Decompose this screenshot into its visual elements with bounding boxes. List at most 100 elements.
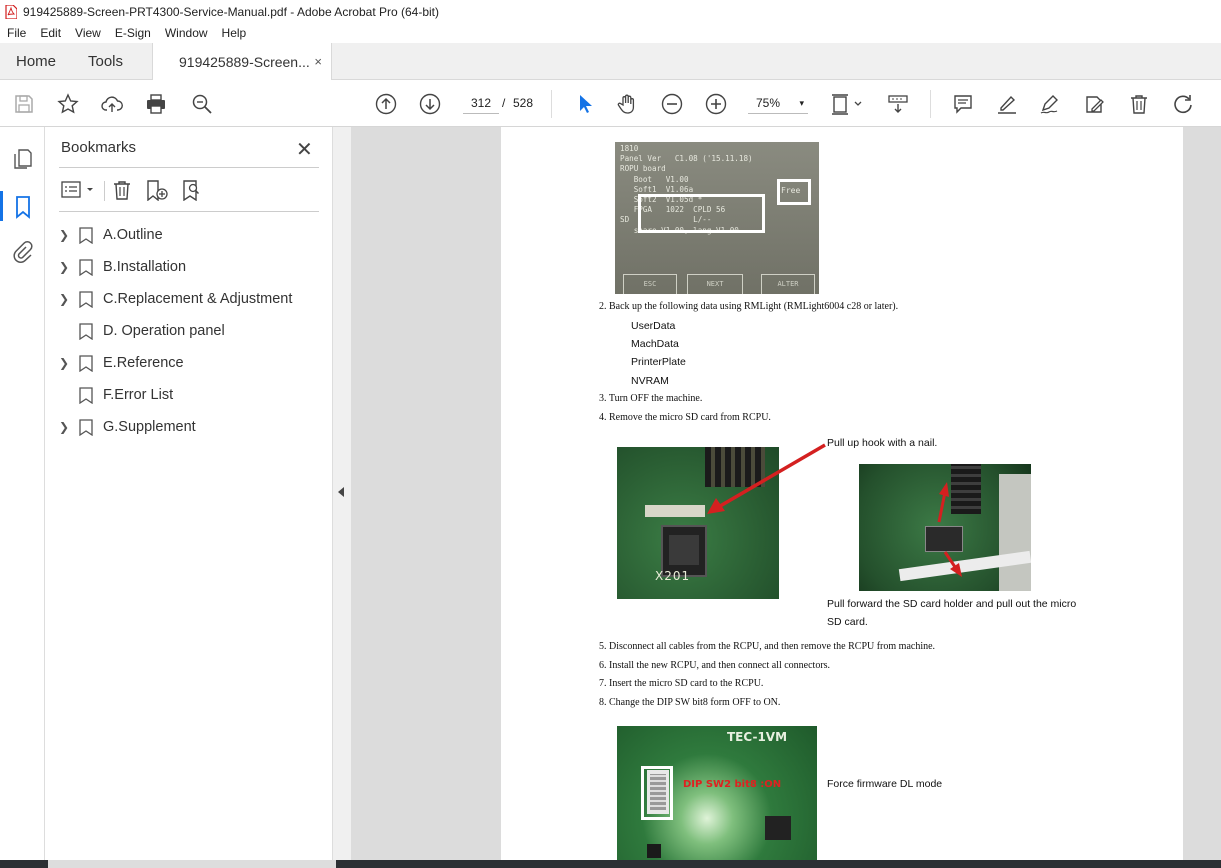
comment-icon[interactable]	[951, 92, 975, 116]
bookmark-item-error-list[interactable]: F.Error List	[59, 381, 173, 409]
board2-label: TEC-1VM	[727, 730, 788, 744]
new-bookmark-icon[interactable]	[145, 179, 169, 201]
page-number-input[interactable]: 312	[463, 92, 499, 114]
bookmark-options-icon[interactable]	[61, 179, 97, 201]
delete-icon[interactable]	[1127, 92, 1151, 116]
backup-item: PrinterPlate	[631, 356, 686, 368]
panel-button-label: ALTER	[777, 280, 799, 288]
redo-icon[interactable]	[1171, 92, 1195, 116]
caption-pull-forward: Pull forward the SD card holder and pull…	[827, 595, 1097, 631]
left-navigation-rail	[0, 127, 45, 868]
bookmark-item-outline[interactable]: ❯ A.Outline	[59, 221, 163, 249]
chevron-right-icon[interactable]: ❯	[59, 356, 73, 370]
panel-button-esc: ESC	[623, 274, 677, 294]
chevron-right-icon[interactable]: ❯	[59, 228, 73, 242]
sign-pen-icon[interactable]	[1038, 92, 1062, 116]
attachment-paperclip-icon[interactable]	[11, 241, 35, 265]
zoom-out-icon[interactable]	[660, 92, 684, 116]
horizontal-scrollbar[interactable]	[48, 860, 336, 868]
close-tab-icon[interactable]: ×	[314, 54, 322, 69]
page-fit-icon[interactable]	[830, 92, 866, 116]
zoom-level-select[interactable]: 75% ▾	[748, 92, 808, 114]
panel-splitter[interactable]	[333, 127, 351, 868]
menu-file[interactable]: File	[0, 26, 33, 40]
next-page-icon[interactable]	[418, 92, 442, 116]
save-icon[interactable]	[12, 92, 36, 116]
menu-edit[interactable]: Edit	[33, 26, 68, 40]
zoom-search-icon[interactable]	[190, 92, 214, 116]
menu-view[interactable]: View	[68, 26, 108, 40]
acrobat-icon	[5, 4, 17, 19]
divider	[104, 181, 105, 201]
hand-tool-icon[interactable]	[615, 92, 639, 116]
chevron-right-icon[interactable]: ❯	[59, 292, 73, 306]
caption-pull-hook: Pull up hook with a nail.	[827, 437, 938, 449]
print-icon[interactable]	[144, 92, 168, 116]
scroll-mode-icon[interactable]	[886, 92, 910, 116]
bookmark-flag-icon	[79, 290, 93, 308]
menu-esign[interactable]: E-Sign	[108, 26, 158, 40]
bookmarks-title: Bookmarks	[61, 139, 137, 156]
arrow-annotation	[707, 443, 826, 514]
chevron-down-icon: ▾	[799, 98, 804, 108]
menu-window[interactable]: Window	[158, 26, 215, 40]
tab-tools[interactable]: Tools	[88, 43, 123, 80]
bookmark-item-installation[interactable]: ❯ B.Installation	[59, 253, 186, 281]
bookmark-label: B.Installation	[103, 259, 187, 275]
bookmark-label: E.Reference	[103, 355, 184, 371]
toolbar: 312 / 528 75% ▾	[0, 80, 1221, 127]
vertical-scroll-area[interactable]	[1183, 127, 1221, 868]
find-bookmark-icon[interactable]	[181, 179, 205, 201]
bookmark-label: A.Outline	[103, 227, 163, 243]
window-title: 919425889-Screen-PRT4300-Service-Manual.…	[23, 4, 440, 19]
highlight-box-dip	[641, 766, 673, 820]
bottom-bar	[0, 860, 1221, 868]
toolbar-divider	[930, 90, 931, 118]
dip-switch-photo: TEC-1VM DIP SW2 bit8 :ON	[617, 726, 817, 868]
bookmark-item-reference[interactable]: ❯ E.Reference	[59, 349, 184, 377]
upload-cloud-icon[interactable]	[100, 92, 124, 116]
step-7-text: 7. Insert the micro SD card to the RCPU.	[599, 678, 764, 689]
bookmark-label: D. Operation panel	[103, 323, 225, 339]
chevron-right-icon[interactable]: ❯	[59, 260, 73, 274]
delete-bookmark-icon[interactable]	[111, 179, 133, 201]
collapse-panel-icon[interactable]	[338, 487, 344, 497]
bookmark-item-replacement[interactable]: ❯ C.Replacement & Adjustment	[59, 285, 292, 313]
step-2-text: 2. Back up the following data using RMLi…	[599, 301, 899, 312]
menu-help[interactable]: Help	[215, 26, 254, 40]
step-6-text: 6. Install the new RCPU, and then connec…	[599, 660, 831, 671]
previous-page-icon[interactable]	[374, 92, 398, 116]
bookmark-item-operation-panel[interactable]: D. Operation panel	[59, 317, 225, 345]
toolbar-divider	[551, 90, 552, 118]
step-5-text: 5. Disconnect all cables from the RCPU, …	[599, 641, 936, 652]
tab-document[interactable]: 919425889-Screen... ×	[152, 43, 332, 81]
backup-item: NVRAM	[631, 375, 669, 387]
panel-line: 1810	[620, 144, 639, 153]
bookmark-flag-icon	[79, 322, 93, 340]
bookmark-flag-icon	[79, 386, 93, 404]
tab-home[interactable]: Home	[16, 43, 56, 80]
close-panel-icon[interactable]: ✕	[296, 137, 313, 162]
document-viewer[interactable]: 1810 Panel Ver C1.08 ('15.11.18) ROPU bo…	[351, 127, 1221, 868]
bookmark-item-supplement[interactable]: ❯ G.Supplement	[59, 413, 196, 441]
chevron-right-icon[interactable]: ❯	[59, 420, 73, 434]
bookmark-label: C.Replacement & Adjustment	[103, 291, 293, 307]
panel-button-label: ESC	[643, 280, 657, 288]
zoom-in-icon[interactable]	[704, 92, 728, 116]
sd-holder-photo	[859, 464, 1031, 591]
caption-line: Pull forward the SD card holder and pull…	[827, 598, 1077, 610]
active-indicator	[0, 191, 3, 221]
page-separator: /	[502, 96, 506, 110]
bookmark-label: F.Error List	[103, 387, 174, 403]
bookmark-flag-icon	[79, 418, 93, 436]
divider	[59, 211, 319, 212]
fill-sign-icon[interactable]	[1083, 92, 1107, 116]
star-icon[interactable]	[56, 92, 80, 116]
bookmark-icon[interactable]	[11, 195, 35, 219]
bookmark-flag-icon	[79, 354, 93, 372]
select-cursor-icon[interactable]	[573, 92, 597, 116]
highlight-pen-icon[interactable]	[995, 92, 1019, 116]
page-thumbnails-icon[interactable]	[11, 147, 35, 171]
page-total: 528	[513, 96, 534, 110]
tab-document-label: 919425889-Screen...	[179, 54, 310, 70]
